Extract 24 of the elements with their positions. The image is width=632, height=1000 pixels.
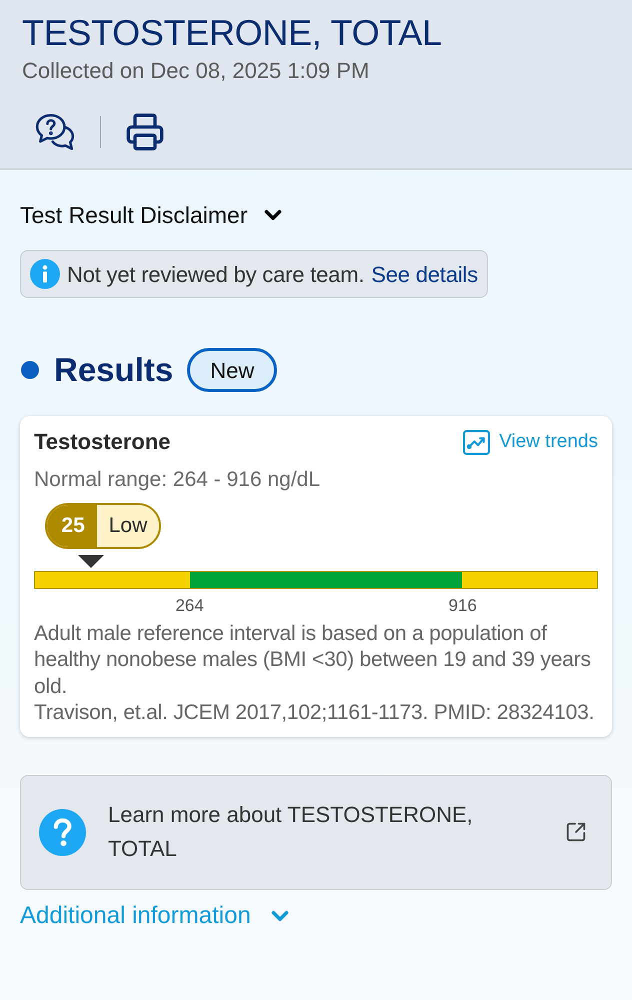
page-title: TESTOSTERONE, TOTAL (22, 11, 443, 55)
result-flag: Low (96, 504, 160, 546)
trend-chart-icon (463, 430, 490, 455)
help-icon (39, 808, 86, 856)
reference-note: Adult male reference interval is based on a population of healthy nonobese males (BMI <30) between 19 and 39 years old. (34, 620, 592, 700)
print-icon[interactable] (125, 112, 165, 152)
bullet-dot-icon (21, 361, 39, 379)
learn-more-card[interactable]: Learn more about TESTOSTERONE, TOTAL (20, 774, 612, 890)
collected-date: Collected on Dec 08, 2025 1:09 PM (22, 57, 370, 85)
reference-note: Travison, et.al. JCEM 2017,102;1161-1173. PMID: 28324103. (34, 700, 596, 726)
new-badge: New (187, 348, 278, 392)
range-tick-label: 264 (175, 594, 204, 616)
disclaimer-toggle[interactable]: Test Result Disclaimer (20, 200, 286, 230)
learn-more-text: Learn more about TESTOSTERONE, TOTAL (108, 801, 474, 863)
results-heading: Results (54, 350, 174, 390)
external-link-icon (565, 821, 587, 843)
see-details-link[interactable]: See details (371, 258, 478, 290)
review-status-text: Not yet reviewed by care team. (67, 260, 364, 289)
result-value: 25 (47, 504, 97, 546)
info-icon (30, 259, 60, 289)
help-chat-icon[interactable] (34, 112, 76, 152)
test-name: Testosterone (34, 428, 171, 456)
normal-range: Normal range: 264 - 916 ng/dL (34, 466, 322, 492)
range-tick-label: 916 (448, 594, 477, 616)
